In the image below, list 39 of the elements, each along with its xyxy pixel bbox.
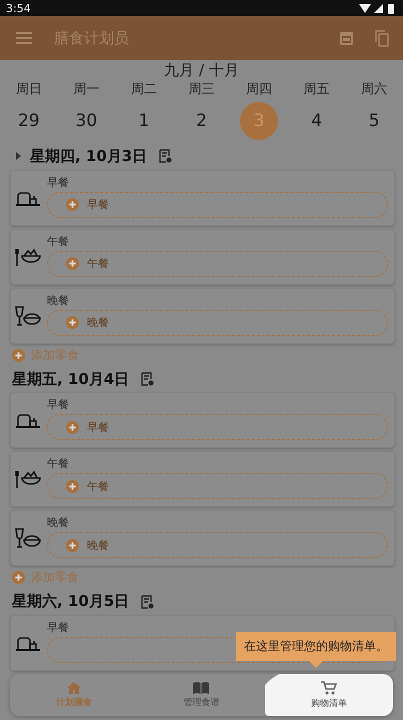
meal-label: 午餐 (47, 234, 69, 249)
field-placeholder: 午餐 (87, 256, 109, 272)
date-button[interactable]: 1 (124, 102, 163, 140)
date-button[interactable]: 4 (298, 102, 336, 140)
weekday-label: 周日 (16, 81, 42, 98)
weekday-label: 周三 (188, 81, 214, 98)
nav-tab[interactable]: 管理食谱 (138, 674, 266, 716)
meal-label: 早餐 (47, 397, 69, 412)
add-meal-field[interactable]: 晚餐 (47, 532, 388, 558)
meal-label: 午餐 (47, 456, 69, 472)
add-meal-field[interactable]: 午餐 (47, 250, 388, 277)
weekday-label: 周一 (73, 81, 100, 98)
field-placeholder: 午餐 (87, 478, 109, 494)
day-heading: 星期五, 10月4日 (12, 370, 130, 388)
field-placeholder: 晚餐 (87, 538, 109, 553)
month-title: 九月 / 十月 (163, 61, 240, 80)
add-meal-field[interactable]: 早餐 (47, 192, 388, 218)
weekday-label: 周六 (361, 81, 388, 98)
nav-tab[interactable]: 购物清单 (265, 674, 393, 716)
meal-label: 晚餐 (47, 515, 69, 530)
weekday-label: 周四 (246, 81, 272, 98)
date-button[interactable]: 5 (355, 102, 394, 140)
add-meal-field[interactable]: 晚餐 (47, 310, 388, 336)
meal-label: 早餐 (47, 174, 69, 190)
day-heading: 星期六, 10月5日 (12, 592, 130, 612)
weekday-label: 周五 (304, 81, 330, 98)
field-placeholder: 早餐 (87, 197, 109, 212)
add-meal-field[interactable]: 早餐 (47, 414, 388, 440)
date-button[interactable]: 30 (67, 102, 106, 140)
meal-label: 早餐 (47, 620, 69, 636)
field-placeholder: 早餐 (87, 420, 109, 435)
add-meal-field[interactable]: 午餐 (47, 473, 388, 500)
day-heading: 星期四, 10月3日 (16, 146, 148, 166)
status-time: 3:54 (6, 2, 31, 14)
meal-label: 晚餐 (47, 292, 69, 308)
date-button[interactable]: 2 (182, 102, 220, 140)
date-button[interactable]: 29 (10, 102, 48, 140)
field-placeholder: 晚餐 (87, 315, 109, 330)
weekday-label: 周二 (130, 81, 157, 98)
